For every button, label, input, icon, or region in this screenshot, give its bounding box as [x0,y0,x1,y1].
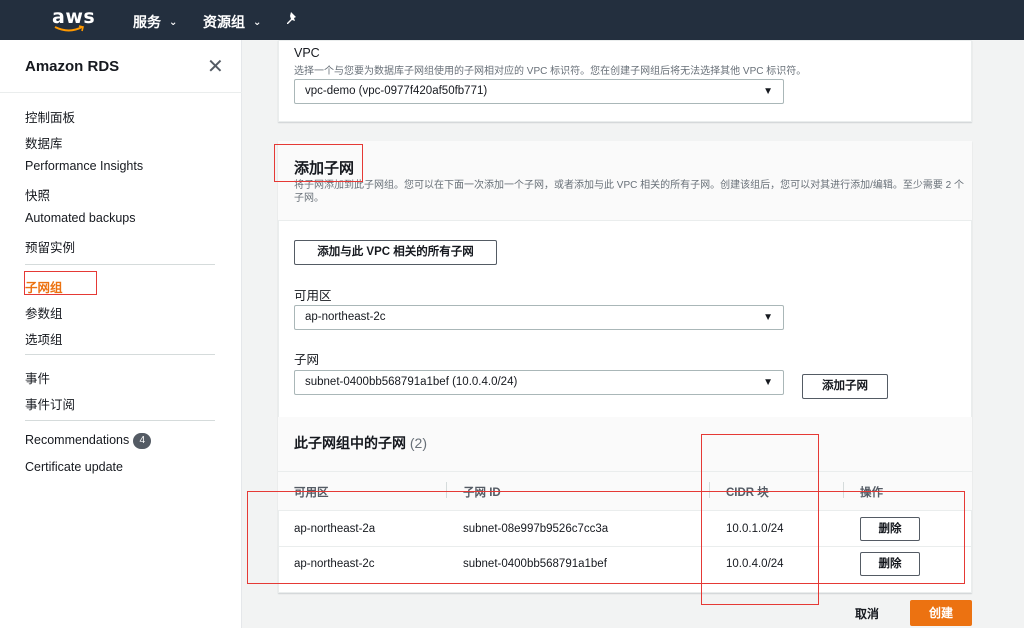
add-all-subnets-button[interactable]: 添加与此 VPC 相关的所有子网 [294,240,497,265]
column-header-actions: 操作 [860,487,883,499]
add-subnet-button[interactable]: 添加子网 [802,374,888,399]
sidebar-item-subnet-groups[interactable]: 子网组 [25,277,63,296]
sidebar-item-dashboard[interactable]: 控制面板 [25,107,75,126]
row-divider [278,546,972,547]
top-nav: aws 服务 ⌄ 资源组 ⌄ [0,0,1024,40]
column-header-az[interactable]: 可用区 [294,484,329,500]
aws-logo-text: aws [52,6,96,28]
sidebar-title: Amazon RDS [25,58,120,75]
column-divider [446,482,447,498]
cancel-button[interactable]: 取消 [855,605,879,622]
column-header-cidr[interactable]: CIDR 块 [726,484,769,500]
column-divider [843,482,844,498]
sidebar-item-certificate-update[interactable]: Certificate update [25,460,123,474]
vpc-select-value: vpc-demo (vpc-0977f420af50fb771) [305,85,488,97]
caret-down-icon: ▼ [763,312,773,323]
sidebar-item-databases[interactable]: 数据库 [25,133,63,152]
sidebar-item-event-subscriptions[interactable]: 事件订阅 [25,394,75,413]
subnet-label: 子网 [294,353,320,367]
add-subnet-title: 添加子网 [294,160,355,177]
sidebar-item-snapshots[interactable]: 快照 [25,185,50,204]
create-button[interactable]: 创建 [910,600,972,626]
vpc-description: 选择一个与您要为数据库子网组使用的子网相对应的 VPC 标识符。您在创建子网组后… [294,66,807,77]
column-header-subnet-id[interactable]: 子网 ID [463,484,501,500]
cell-az: ap-northeast-2c [294,558,375,570]
sidebar-item-label: Recommendations [25,433,130,447]
availability-zone-select[interactable]: ap-northeast-2c ▼ [294,305,784,330]
sidebar: Amazon RDS ✕ 控制面板 数据库 Performance Insigh… [0,40,242,628]
sidebar-item-parameter-groups[interactable]: 参数组 [25,303,63,322]
count-badge: 4 [133,433,152,449]
resource-groups-menu[interactable]: 资源组 ⌄ [203,12,261,32]
cell-cidr: 10.0.4.0/24 [726,558,784,570]
sidebar-item-events[interactable]: 事件 [25,368,50,387]
availability-zone-value: ap-northeast-2c [305,311,386,323]
availability-zone-label: 可用区 [294,289,332,303]
cell-subnet-id: subnet-0400bb568791a1bef [463,558,607,570]
close-icon[interactable]: ✕ [207,54,224,79]
pin-icon[interactable] [287,12,299,28]
add-subnet-description: 将子网添加到此子网组。您可以在下面一次添加一个子网，或者添加与此 VPC 相关的… [294,180,965,204]
cell-subnet-id: subnet-08e997b9526c7cc3a [463,523,609,535]
delete-subnet-button[interactable]: 删除 [860,517,920,541]
divider [25,420,215,421]
aws-smile-icon [54,25,84,32]
caret-down-icon: ▼ [763,86,773,97]
sidebar-item-performance-insights[interactable]: Performance Insights [25,159,143,173]
sidebar-item-option-groups[interactable]: 选项组 [25,329,63,348]
column-divider [709,482,710,498]
vpc-select[interactable]: vpc-demo (vpc-0977f420af50fb771) ▼ [294,79,784,104]
chevron-down-icon: ⌄ [169,16,178,28]
delete-subnet-button[interactable]: 删除 [860,552,920,576]
divider [25,354,215,355]
services-label: 服务 [133,14,161,30]
subnet-select-value: subnet-0400bb568791a1bef (10.0.4.0/24) [305,376,518,388]
cell-az: ap-northeast-2a [294,523,376,535]
subnet-select[interactable]: subnet-0400bb568791a1bef (10.0.4.0/24) ▼ [294,370,784,395]
vpc-label: VPC [294,46,320,60]
sidebar-item-reserved-instances[interactable]: 预留实例 [25,237,75,256]
services-menu[interactable]: 服务 ⌄ [133,12,177,32]
sidebar-item-automated-backups[interactable]: Automated backups [25,211,136,225]
sidebar-item-recommendations[interactable]: Recommendations 4 [25,433,152,449]
subnet-count: (2) [409,435,428,451]
chevron-down-icon: ⌄ [253,16,262,28]
resource-groups-label: 资源组 [203,14,245,30]
subnets-table-title-text: 此子网组中的子网 [294,435,406,451]
subnets-table-title: 此子网组中的子网 (2) [294,433,427,453]
divider [25,264,215,265]
cell-cidr: 10.0.1.0/24 [726,523,784,535]
aws-logo[interactable]: aws [52,6,96,34]
divider [0,92,242,93]
caret-down-icon: ▼ [763,377,773,388]
